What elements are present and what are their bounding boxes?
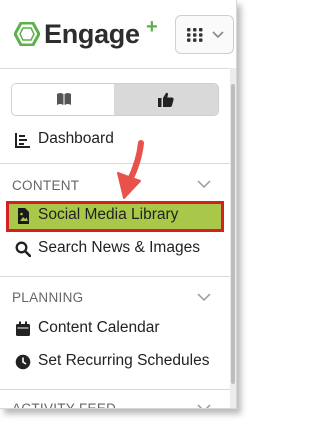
sidebar-panel: Engage + Dashboard CONTENT Social Media …: [0, 0, 237, 409]
nav-item-label: Social Media Library: [38, 206, 179, 223]
nav-item-recurring-schedules[interactable]: Set Recurring Schedules: [0, 347, 230, 377]
logo-plus: +: [146, 16, 158, 38]
nav-item-content-calendar[interactable]: Content Calendar: [0, 314, 230, 344]
nav-item-label: Set Recurring Schedules: [38, 352, 210, 369]
book-icon: [57, 93, 71, 105]
nav-item-social-media-library[interactable]: Social Media Library: [0, 201, 230, 231]
engage-logo-icon: [14, 22, 40, 46]
view-toggle-library[interactable]: [12, 84, 114, 115]
calendar-icon: [16, 321, 30, 336]
top-bar: Engage +: [0, 0, 236, 69]
chevron-down-icon: [197, 180, 211, 189]
view-toggle-engage[interactable]: [114, 84, 218, 115]
image-file-icon: [18, 208, 29, 224]
chevron-down-icon: [197, 293, 211, 302]
divider: [0, 276, 230, 277]
nav-item-search-news[interactable]: Search News & Images: [0, 234, 230, 264]
nav-item-label: Content Calendar: [38, 319, 160, 336]
clock-icon: [15, 354, 31, 370]
search-icon: [15, 241, 31, 257]
apps-menu-button[interactable]: [175, 15, 234, 54]
section-title: CONTENT: [12, 178, 80, 193]
chevron-down-icon: [197, 404, 211, 408]
thumbs-up-icon: [158, 92, 174, 107]
section-title: ACTIVITY FEED: [12, 401, 117, 409]
chevron-down-icon: [212, 31, 224, 39]
scrollbar-thumb[interactable]: [231, 84, 235, 384]
logo-text: Engage: [44, 19, 140, 49]
nav-item-label: Dashboard: [38, 130, 114, 147]
divider: [0, 389, 230, 390]
annotation-arrow: [117, 140, 144, 199]
view-toggle: [11, 83, 219, 116]
grid-icon: [187, 28, 203, 42]
section-title: PLANNING: [12, 290, 84, 305]
chart-icon: [15, 133, 30, 148]
nav-item-label: Search News & Images: [38, 239, 200, 256]
